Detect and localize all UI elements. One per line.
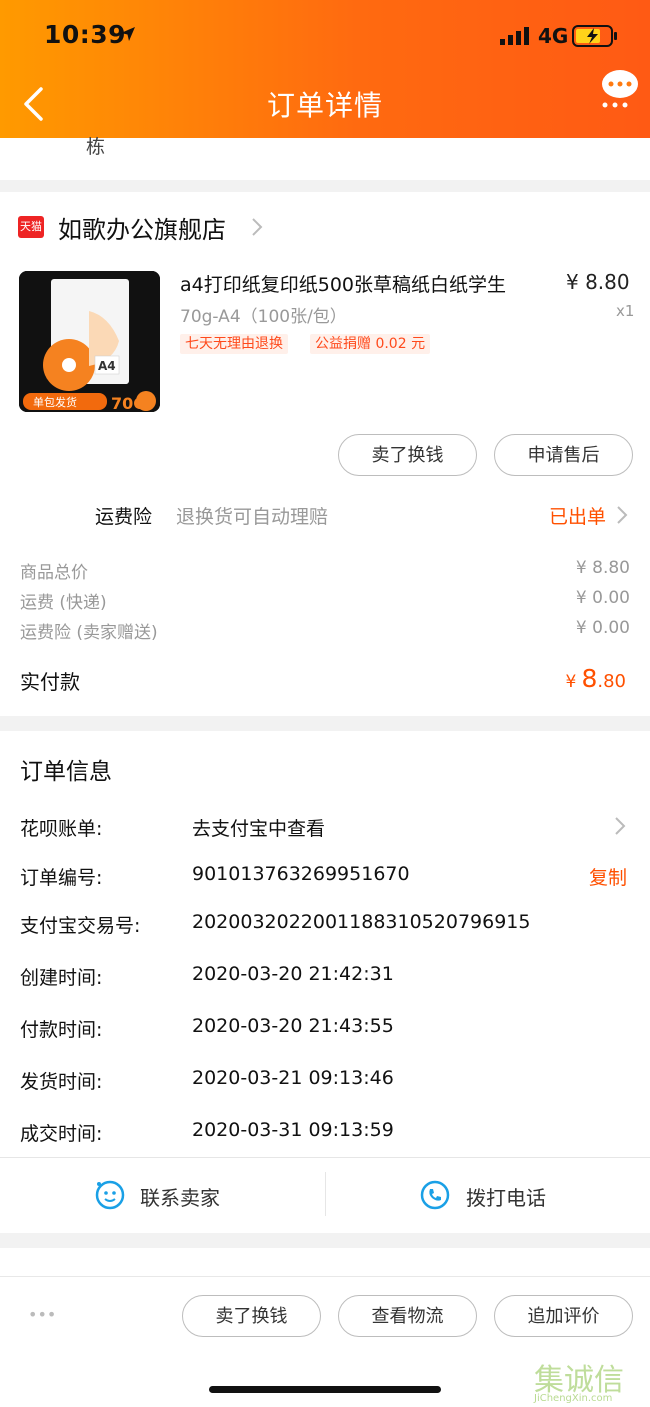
order-info-heading: 订单信息 bbox=[20, 759, 112, 785]
price-row-value: ¥ 8.80 bbox=[575, 558, 630, 578]
store-name[interactable]: 如歌办公旗舰店 bbox=[58, 210, 226, 245]
product-name[interactable]: a4打印纸复印纸500张草稿纸白纸学生 bbox=[180, 270, 560, 297]
chevron-right-icon[interactable] bbox=[250, 216, 264, 238]
order-number: 901013763269951670 bbox=[192, 863, 410, 885]
watermark-url: JiChengXin.com bbox=[534, 1393, 613, 1404]
network-type: 4G bbox=[538, 24, 569, 48]
info-label: 成交时间: bbox=[20, 1123, 103, 1145]
status-time: 10:39 bbox=[44, 20, 127, 49]
pay-time: 2020-03-20 21:43:55 bbox=[192, 1015, 394, 1037]
chat-face-icon[interactable] bbox=[94, 1179, 126, 1211]
info-label: 花呗账单: bbox=[20, 818, 103, 840]
more-dots-icon[interactable]: ••• bbox=[28, 1305, 56, 1324]
tag-return: 七天无理由退换 bbox=[180, 334, 288, 354]
price-row-label: 运费险 (卖家赠送) bbox=[20, 623, 158, 643]
divider bbox=[325, 1172, 326, 1216]
paid-amount: ¥ 8.80 bbox=[566, 664, 626, 693]
info-label: 发货时间: bbox=[20, 1071, 103, 1093]
alipay-trade-no: 2020032022001188310520796915 bbox=[192, 911, 531, 933]
paid-label: 实付款 bbox=[20, 670, 80, 694]
chevron-right-icon[interactable] bbox=[616, 505, 628, 525]
product-price: ¥ 8.80 bbox=[566, 270, 630, 294]
contact-seller-button[interactable]: 联系卖家 bbox=[140, 1182, 220, 1211]
insurance-status[interactable]: 已出单 bbox=[549, 502, 606, 529]
insurance-desc: 退换货可自动理赔 bbox=[176, 506, 329, 528]
deal-time: 2020-03-31 09:13:59 bbox=[192, 1119, 394, 1141]
tmall-badge: 天猫 bbox=[18, 216, 44, 238]
sell-button-bottom[interactable]: 卖了换钱 bbox=[182, 1295, 321, 1337]
address-remnant: 栋 bbox=[0, 136, 650, 180]
thumb-banner-text: 单包发货 bbox=[33, 395, 77, 409]
product-spec: 70g-A4（100张/包） bbox=[180, 307, 347, 327]
home-indicator[interactable] bbox=[209, 1386, 441, 1393]
price-row-label: 运费 (快递) bbox=[20, 593, 107, 613]
product-thumbnail[interactable]: A4 单包发货 70G bbox=[19, 271, 160, 412]
signal-icon bbox=[500, 27, 529, 45]
product-image: A4 单包发货 70G bbox=[19, 271, 160, 412]
call-phone-button[interactable]: 拨打电话 bbox=[466, 1182, 546, 1211]
info-label: 订单编号: bbox=[20, 867, 103, 889]
thumb-size-text: A4 bbox=[98, 359, 116, 373]
info-label: 付款时间: bbox=[20, 1019, 103, 1041]
info-label: 创建时间: bbox=[20, 967, 103, 989]
divider bbox=[0, 1157, 650, 1158]
message-icon[interactable] bbox=[600, 68, 640, 110]
add-review-button[interactable]: 追加评价 bbox=[494, 1295, 633, 1337]
battery-icon bbox=[572, 25, 617, 47]
view-logistics-button[interactable]: 查看物流 bbox=[338, 1295, 477, 1337]
address-remnant-text: 栋 bbox=[86, 136, 106, 158]
page-title: 订单详情 bbox=[266, 89, 383, 122]
next-card-remnant bbox=[0, 1248, 650, 1278]
info-label: 支付宝交易号: bbox=[20, 915, 141, 937]
sell-button[interactable]: 卖了换钱 bbox=[338, 434, 477, 476]
paid-currency: ¥ bbox=[565, 672, 577, 692]
tag-charity: 公益捐赠 0.02 元 bbox=[310, 334, 431, 354]
insurance-label: 运费险 bbox=[95, 506, 153, 528]
copy-button[interactable]: 复制 bbox=[589, 863, 627, 890]
paid-int: 8 bbox=[581, 664, 598, 693]
price-row-label: 商品总价 bbox=[20, 563, 88, 583]
ship-time: 2020-03-21 09:13:46 bbox=[192, 1067, 394, 1089]
price-row-value: ¥ 0.00 bbox=[575, 618, 630, 638]
create-time: 2020-03-20 21:42:31 bbox=[192, 963, 394, 985]
location-arrow-icon bbox=[121, 27, 135, 41]
paid-dec: .80 bbox=[597, 671, 626, 692]
phone-icon[interactable] bbox=[419, 1179, 451, 1211]
huabei-link[interactable]: 去支付宝中查看 bbox=[192, 814, 325, 841]
product-quantity: x1 bbox=[616, 302, 635, 320]
after-sales-button[interactable]: 申请售后 bbox=[494, 434, 633, 476]
chevron-right-icon[interactable] bbox=[614, 816, 626, 836]
price-row-value: ¥ 0.00 bbox=[575, 588, 630, 608]
